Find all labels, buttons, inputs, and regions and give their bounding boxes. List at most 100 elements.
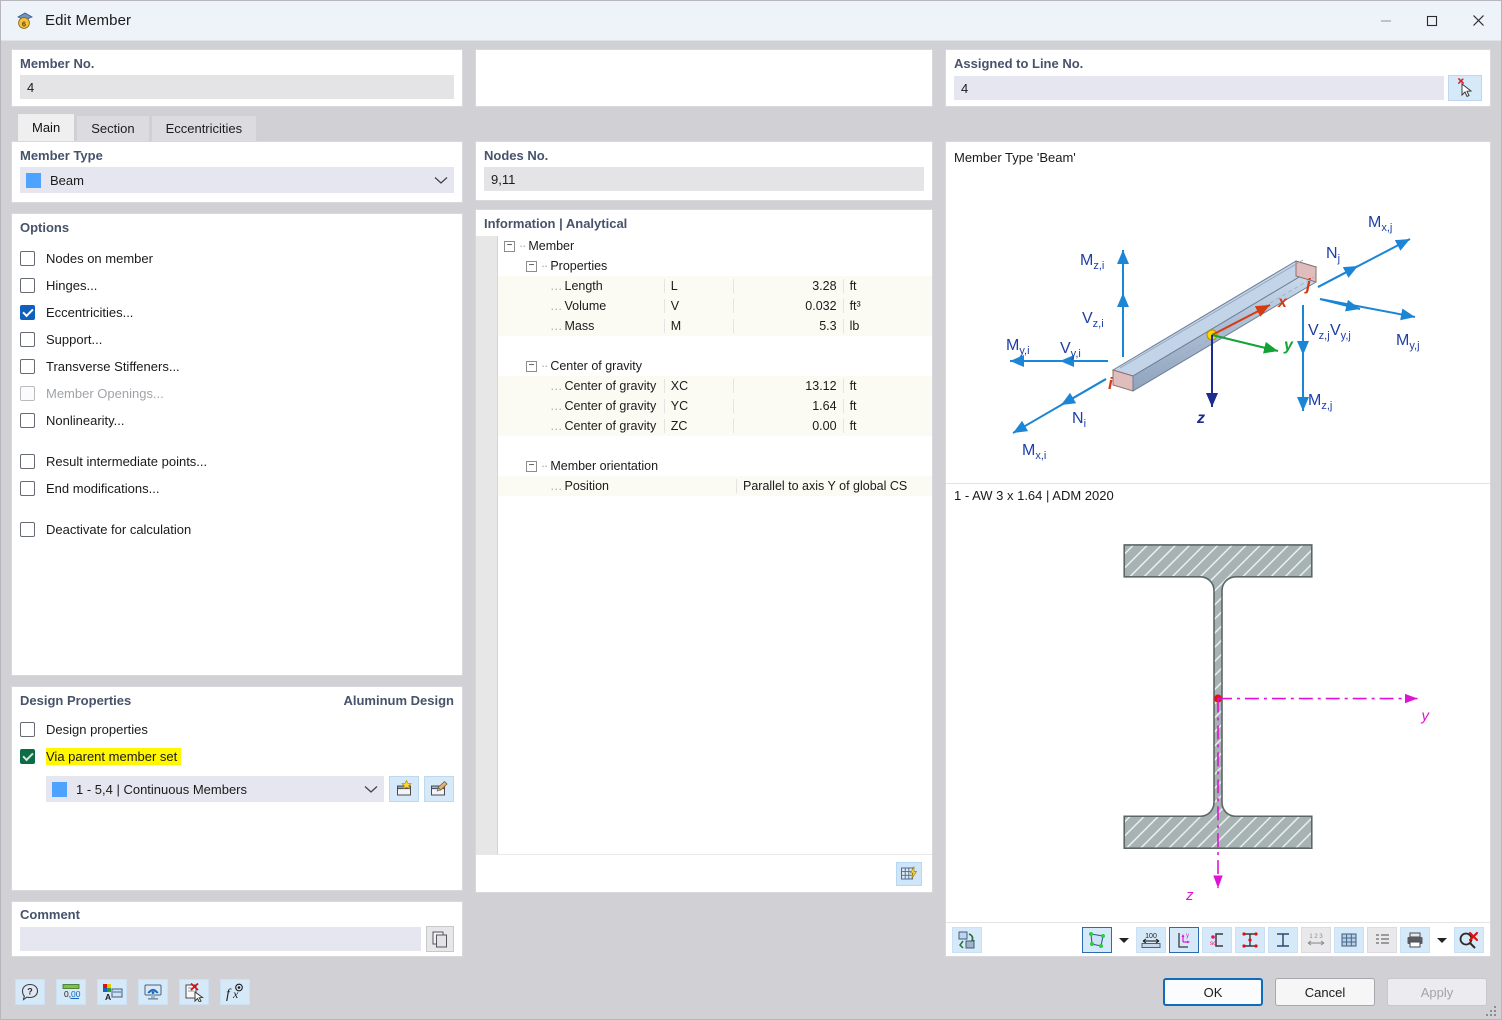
checkbox[interactable] bbox=[20, 278, 35, 293]
edit-member-set-icon[interactable] bbox=[424, 776, 454, 802]
collapse-icon[interactable]: − bbox=[526, 260, 537, 272]
view-rotate-icon[interactable] bbox=[952, 926, 982, 953]
checkbox[interactable] bbox=[20, 305, 35, 320]
mz-i-label: Mz,i bbox=[1080, 252, 1104, 272]
tree-row[interactable]: − ·· Properties bbox=[498, 256, 932, 276]
tree-row[interactable]: − ·· Member orientation bbox=[498, 456, 932, 476]
shape-select-icon[interactable] bbox=[1082, 926, 1112, 953]
grid-icon[interactable] bbox=[1334, 926, 1364, 953]
member-no-input[interactable]: 4 bbox=[20, 75, 454, 99]
checkbox[interactable] bbox=[20, 454, 35, 469]
checkbox[interactable] bbox=[20, 749, 35, 764]
print-icon[interactable] bbox=[1400, 926, 1430, 953]
checkbox[interactable] bbox=[20, 332, 35, 347]
section-axis-z-label: z bbox=[1185, 887, 1194, 904]
option-support[interactable]: Support... bbox=[20, 326, 454, 353]
decimal-places-icon[interactable]: 0, 00 bbox=[56, 979, 86, 1005]
tree-row[interactable]: − ·· Center of gravity bbox=[498, 356, 932, 376]
options-title: Options bbox=[20, 220, 70, 235]
tree-row[interactable]: … Center of gravity ZC 0.00 ft bbox=[498, 416, 932, 436]
tree-label: Mass bbox=[564, 319, 595, 333]
nodes-input[interactable]: 9,11 bbox=[484, 167, 924, 191]
checkbox[interactable] bbox=[20, 359, 35, 374]
visibility-icon[interactable] bbox=[138, 979, 168, 1005]
display-properties-icon[interactable]: A bbox=[97, 979, 127, 1005]
axis-y-arrow bbox=[1211, 334, 1279, 354]
formula-icon[interactable]: f x bbox=[220, 979, 250, 1005]
option-deactivate-for-calculation[interactable]: Deactivate for calculation bbox=[20, 516, 454, 543]
option-design-properties[interactable]: Design properties bbox=[20, 716, 454, 743]
checkbox[interactable] bbox=[20, 251, 35, 266]
shape-select-dropdown-icon[interactable] bbox=[1115, 927, 1133, 953]
list-icon[interactable] bbox=[1367, 926, 1397, 953]
section-outline-icon[interactable] bbox=[1268, 926, 1298, 953]
comment-input[interactable] bbox=[20, 927, 422, 951]
tree-row[interactable]: … Center of gravity YC 1.64 ft bbox=[498, 396, 932, 416]
new-member-set-icon[interactable] bbox=[389, 776, 419, 802]
collapse-icon[interactable]: − bbox=[526, 360, 537, 372]
member-type-card: Member Type Beam bbox=[11, 141, 463, 203]
option-end-modifications[interactable]: End modifications... bbox=[20, 475, 454, 502]
option-eccentricities[interactable]: Eccentricities... bbox=[20, 299, 454, 326]
minimize-icon[interactable] bbox=[1363, 1, 1409, 41]
checkbox[interactable] bbox=[20, 522, 35, 537]
tree-row[interactable]: … Length L 3.28 ft bbox=[498, 276, 932, 296]
tree-symbol: L bbox=[663, 279, 733, 293]
parent-member-set-select[interactable]: 1 - 5,4 | Continuous Members bbox=[46, 776, 384, 802]
edit-member-dialog: 6 Edit Member Member No. 4 Assigned to L… bbox=[0, 0, 1502, 1020]
tree-row[interactable]: … Volume V 0.032 ft³ bbox=[498, 296, 932, 316]
apply-button: Apply bbox=[1387, 978, 1487, 1006]
option-via-parent-member-set[interactable]: Via parent member set bbox=[20, 743, 454, 770]
copy-comment-icon[interactable] bbox=[426, 926, 454, 952]
tree-symbol: V bbox=[663, 299, 733, 313]
tree-row[interactable]: … Mass M 5.3 lb bbox=[498, 316, 932, 336]
checkbox[interactable] bbox=[20, 481, 35, 496]
option-label: Design properties bbox=[46, 722, 148, 737]
option-label: Member Openings... bbox=[46, 386, 164, 401]
maximize-icon[interactable] bbox=[1409, 1, 1455, 41]
table-export-icon[interactable] bbox=[896, 861, 922, 886]
option-transverse-stiffeners[interactable]: Transverse Stiffeners... bbox=[20, 353, 454, 380]
tree-value: 0.00 bbox=[732, 419, 843, 433]
stress-points-icon[interactable] bbox=[1235, 926, 1265, 953]
information-tree-wrap: − ·· Member − ·· Properties … Length L 3… bbox=[476, 236, 932, 854]
select-line-cursor-icon[interactable] bbox=[1448, 75, 1482, 101]
resize-grip[interactable] bbox=[1486, 1004, 1498, 1016]
option-hinges[interactable]: Hinges... bbox=[20, 272, 454, 299]
tree-row[interactable]: … Position Parallel to axis Y of global … bbox=[498, 476, 932, 496]
option-result-intermediate-points[interactable]: Result intermediate points... bbox=[20, 448, 454, 475]
checkbox[interactable] bbox=[20, 722, 35, 737]
assigned-line-input[interactable]: 4 bbox=[954, 76, 1444, 100]
tree-label: Center of gravity bbox=[564, 419, 657, 433]
tab-main[interactable]: Main bbox=[17, 113, 76, 141]
dimensions-icon[interactable]: 100 bbox=[1136, 926, 1166, 953]
svg-text:100: 100 bbox=[1145, 933, 1157, 940]
numbering-icon[interactable]: 1 2 3 bbox=[1301, 926, 1331, 953]
collapse-icon[interactable]: − bbox=[504, 240, 515, 252]
tree-value: 5.3 bbox=[732, 319, 843, 333]
svg-text:f: f bbox=[226, 987, 232, 1002]
member-type-select[interactable]: Beam bbox=[20, 167, 454, 193]
svg-text:sc: sc bbox=[1210, 940, 1217, 947]
vy-i-label: Vy,i bbox=[1060, 340, 1081, 360]
tree-symbol: M bbox=[663, 319, 733, 333]
option-nonlinearity[interactable]: Nonlinearity... bbox=[20, 407, 454, 434]
tree-value: 1.64 bbox=[732, 399, 843, 413]
close-icon[interactable] bbox=[1455, 1, 1501, 41]
vz-i-label: Vz,i bbox=[1082, 310, 1104, 330]
tab-eccentricities[interactable]: Eccentricities bbox=[150, 115, 258, 141]
shear-center-icon[interactable]: sc bbox=[1202, 926, 1232, 953]
checkbox[interactable] bbox=[20, 413, 35, 428]
ok-button[interactable]: OK bbox=[1163, 978, 1263, 1006]
tree-row[interactable]: − ·· Member bbox=[498, 236, 932, 256]
cancel-button[interactable]: Cancel bbox=[1275, 978, 1375, 1006]
tab-section[interactable]: Section bbox=[76, 115, 150, 141]
local-axes-icon[interactable]: y bbox=[1169, 926, 1199, 953]
option-nodes-on-member[interactable]: Nodes on member bbox=[20, 245, 454, 272]
clear-icon[interactable] bbox=[1454, 926, 1484, 953]
collapse-icon[interactable]: − bbox=[526, 460, 537, 472]
reset-icon[interactable] bbox=[179, 979, 209, 1005]
tree-row[interactable]: … Center of gravity XC 13.12 ft bbox=[498, 376, 932, 396]
help-icon[interactable]: ? bbox=[15, 979, 45, 1005]
print-dropdown-icon[interactable] bbox=[1433, 927, 1451, 953]
